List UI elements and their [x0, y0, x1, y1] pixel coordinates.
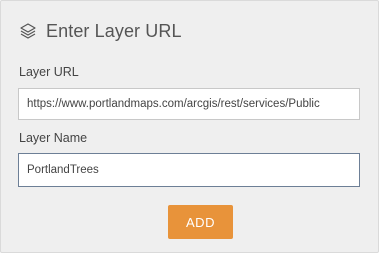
layer-name-input[interactable]: [18, 153, 360, 187]
panel-header: Enter Layer URL: [19, 19, 182, 43]
add-button[interactable]: ADD: [168, 205, 233, 239]
layer-name-label: Layer Name: [19, 131, 88, 145]
layer-url-label: Layer URL: [19, 65, 79, 79]
enter-layer-url-panel: Enter Layer URL Layer URL Layer Name ADD: [0, 0, 379, 253]
layers-icon: [19, 22, 37, 40]
layer-url-input[interactable]: [18, 88, 360, 120]
panel-title: Enter Layer URL: [46, 20, 182, 41]
